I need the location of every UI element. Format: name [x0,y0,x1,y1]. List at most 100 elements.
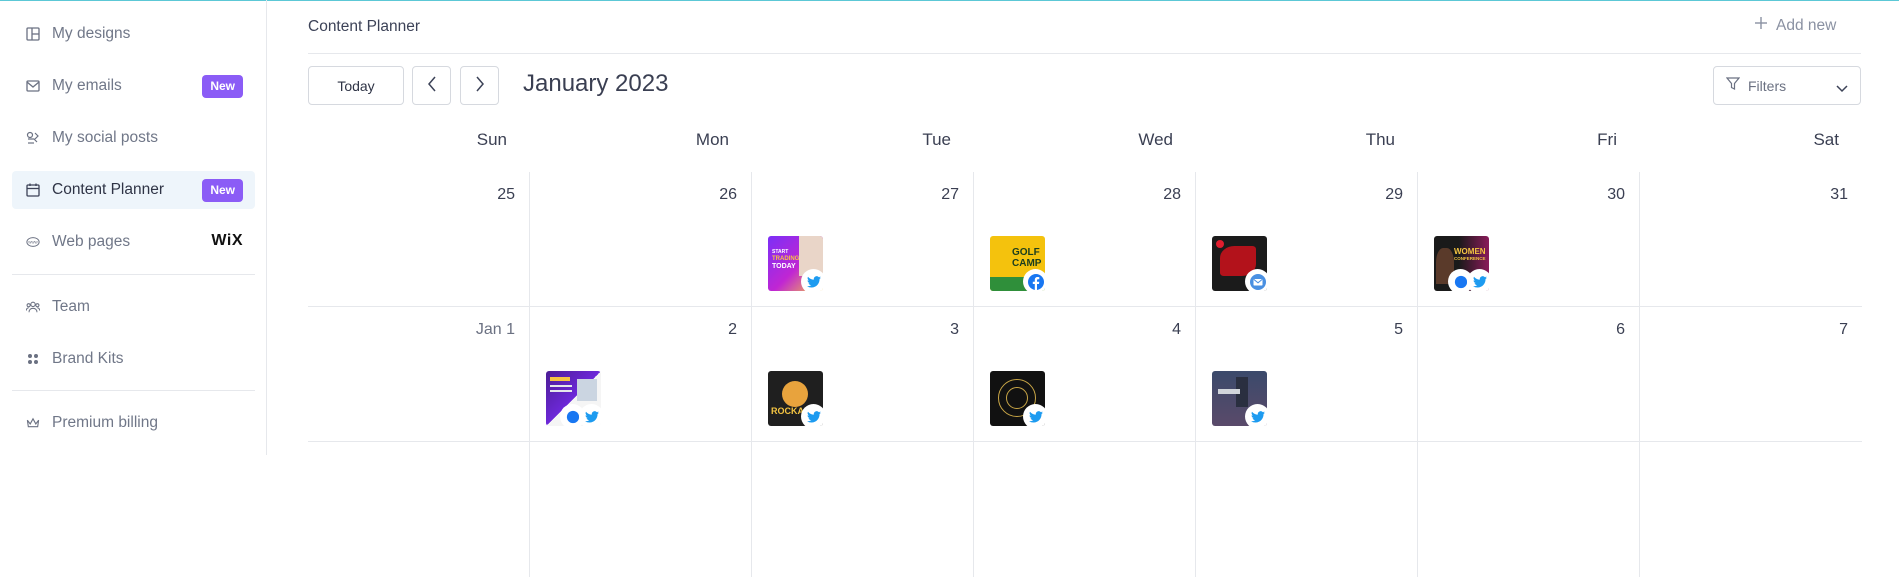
email-icon [1245,269,1267,291]
next-month-button[interactable] [460,66,499,105]
weekday-header-sat: Sat [1813,130,1839,149]
calendar-day-cell[interactable]: 2 [530,307,752,442]
weekday-header-mon: Mon [695,130,729,149]
calendar-day-cell[interactable]: 3 ROCKAB [752,307,974,442]
previous-month-button[interactable] [412,66,451,105]
calendar-day-cell[interactable]: 29 [1196,172,1418,307]
sidebar-item-my-emails[interactable]: My emails New [12,67,255,105]
filters-dropdown[interactable]: Filters [1713,66,1861,105]
page-title: Content Planner [308,18,421,35]
day-number: Jan 1 [475,321,515,338]
calendar-week-row: 25 26 27 START TRADING TODAY 28 GOLF CAM… [308,172,1862,307]
scheduled-post-thumbnail[interactable]: WOMEN CONFERENCE [1434,236,1489,291]
day-number: 28 [1163,186,1181,203]
calendar-icon [26,183,40,197]
sidebar-item-web-pages[interactable]: www Web pages WiX [12,223,255,261]
calendar-week-row [308,442,1862,577]
calendar-day-cell[interactable]: 6 [1418,307,1640,442]
www-icon: www [26,235,40,249]
sidebar-item-label: My emails [52,77,122,94]
crown-icon [26,416,40,430]
calendar-day-cell[interactable]: 5 [1196,307,1418,442]
thumbnail-text: CAMP [1012,258,1042,269]
calendar-day-cell[interactable] [530,442,752,577]
twitter-icon [579,404,601,426]
day-number: 2 [728,321,737,338]
calendar-day-cell[interactable]: 31 [1640,172,1862,307]
sidebar-item-premium-billing[interactable]: Premium billing [12,404,255,442]
sidebar-item-label: Premium billing [52,414,158,431]
weekday-header-wed: Wed [1138,130,1173,149]
sidebar-item-brand-kits[interactable]: Brand Kits [12,340,255,378]
thumbnail-text: TODAY [772,263,796,270]
sidebar-item-my-designs[interactable]: My designs [12,15,255,53]
today-button[interactable]: Today [308,66,404,105]
sidebar-item-label: My social posts [52,129,158,146]
weekday-header-sun: Sun [476,130,507,149]
weekday-header-thu: Thu [1365,130,1395,149]
calendar-day-cell[interactable]: 25 [308,172,530,307]
sidebar-item-label: Content Planner [52,181,165,198]
sidebar-item-team[interactable]: Team [12,288,255,326]
scheduled-post-thumbnail[interactable]: START TRADING TODAY [768,236,823,291]
calendar-day-cell[interactable]: 28 GOLF CAMP [974,172,1196,307]
sidebar-item-label: Brand Kits [52,350,124,367]
calendar-day-cell[interactable]: 27 START TRADING TODAY [752,172,974,307]
day-number: 6 [1616,321,1625,338]
calendar-day-cell[interactable] [1196,442,1418,577]
calendar-day-cell[interactable]: Jan 1 [308,307,530,442]
twitter-icon [1023,404,1045,426]
day-number: 4 [1172,321,1181,338]
scheduled-post-thumbnail[interactable] [1212,371,1267,426]
wix-logo: WiX [211,232,243,249]
new-badge: New [202,75,243,98]
sidebar-item-label: Team [52,298,90,315]
scheduled-post-thumbnail[interactable] [546,371,601,426]
twitter-icon [801,269,823,291]
weekday-header-tue: Tue [922,130,951,149]
calendar-day-cell[interactable] [974,442,1196,577]
svg-text:www: www [28,240,38,245]
calendar-day-cell[interactable] [308,442,530,577]
sidebar-item-content-planner[interactable]: Content Planner New [12,171,255,209]
calendar-day-cell[interactable] [1418,442,1640,577]
scheduled-post-thumbnail[interactable]: GOLF CAMP [990,236,1045,291]
scheduled-post-thumbnail[interactable] [1212,236,1267,291]
scheduled-post-thumbnail[interactable] [990,371,1045,426]
add-new-button[interactable]: Add new [1754,16,1836,35]
thumbnail-text: CONFERENCE [1454,256,1486,261]
chevron-down-icon [1836,80,1848,98]
sidebar-divider [12,390,255,391]
mail-icon [26,79,40,93]
team-icon [26,300,40,314]
sidebar: My designs My emails New My social posts… [0,0,267,455]
calendar-day-cell[interactable]: 26 [530,172,752,307]
calendar-day-cell[interactable] [1640,442,1862,577]
day-number: 5 [1394,321,1403,338]
sidebar-item-my-social-posts[interactable]: My social posts [12,119,255,157]
header-divider [308,53,1861,54]
twitter-icon [1467,269,1489,291]
add-new-label: Add new [1776,16,1837,34]
day-number: 31 [1830,186,1848,203]
calendar-day-cell[interactable]: 30 WOMEN CONFERENCE [1418,172,1640,307]
chevron-left-icon [427,76,437,95]
calendar-day-cell[interactable]: 7 [1640,307,1862,442]
top-accent-line [0,0,1899,1]
thumbnail-text: TRADING [772,256,800,262]
thumbnail-text: START [772,249,789,255]
filter-icon [1725,76,1741,95]
day-number: 29 [1385,186,1403,203]
scheduled-post-thumbnail[interactable]: ROCKAB [768,371,823,426]
calendar-day-cell[interactable]: 4 [974,307,1196,442]
weekday-header-fri: Fri [1597,130,1617,149]
thumbnail-text: GOLF [1012,247,1040,258]
sidebar-divider [12,274,255,275]
thumbnail-text: WOMEN [1454,247,1486,256]
calendar-week-row: Jan 1 2 3 ROCKAB 4 5 6 7 [308,307,1862,442]
day-number: 25 [497,186,515,203]
new-badge: New [202,179,243,202]
calendar-day-cell[interactable] [752,442,974,577]
month-title: January 2023 [523,70,669,97]
filters-label: Filters [1748,77,1787,94]
